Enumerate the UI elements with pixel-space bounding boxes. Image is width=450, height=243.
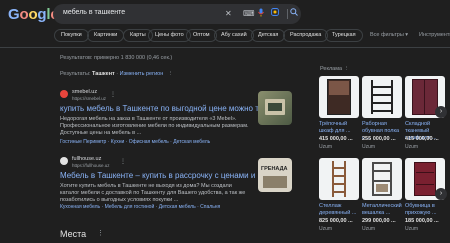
search-box[interactable]: мебель в ташкенте ✕ ⌨	[53, 4, 301, 24]
divider	[0, 47, 450, 48]
result-thumbnail[interactable]: ГРЕНАДА	[258, 158, 292, 192]
sitelink[interactable]: Кухни	[111, 139, 124, 145]
product-card[interactable]: Трёпочный шкаф для ... 415 000,00 ... Uz…	[319, 76, 359, 154]
chip-wholesale[interactable]: Оптом	[186, 29, 217, 42]
product-image	[362, 76, 402, 118]
more-icon[interactable]: ⋮	[110, 91, 116, 98]
more-icon[interactable]: ⋮	[344, 66, 350, 72]
site-url[interactable]: https://fullhouse.uz	[72, 163, 110, 168]
result-stats: Результатов: примерно 1 830 000 (0,46 се…	[60, 55, 173, 61]
product-price: 299 000,00 ...	[362, 218, 396, 224]
places-heading: Места	[60, 229, 87, 239]
chip-shopping[interactable]: Покупки	[54, 29, 89, 42]
product-card[interactable]: Стеллаж деревянный ... 825 000,00 ... Uz…	[319, 158, 359, 236]
thumbnail-caption: ГРЕНАДА	[261, 166, 288, 172]
site-name[interactable]: smebel.uz	[72, 89, 97, 95]
region-prefix: Результаты:	[60, 71, 91, 77]
ads-label-text: Реклама	[320, 66, 343, 72]
sitelink[interactable]: Спальня	[200, 204, 220, 210]
keyboard-icon[interactable]: ⌨	[243, 8, 255, 20]
more-icon[interactable]: ⋮	[120, 158, 126, 165]
product-store: Uzum	[319, 226, 333, 232]
product-store: Uzum	[362, 144, 376, 150]
product-store: Uzum	[405, 226, 419, 232]
chip-kids[interactable]: Детская	[251, 29, 286, 42]
product-price: 415 000,00 ...	[405, 136, 439, 142]
result-thumbnail[interactable]	[258, 91, 292, 125]
product-image	[319, 76, 359, 118]
sitelink[interactable]: Детская мебель	[159, 204, 196, 210]
product-price: 185 000,00 ...	[405, 218, 439, 224]
site-favicon	[60, 90, 68, 98]
chip-images[interactable]: Картинки	[87, 29, 125, 42]
result-snippet: Недорогая мебель на заказ в Ташкенте от …	[60, 116, 249, 136]
next-arrow-icon[interactable]: ›	[435, 188, 447, 200]
product-title[interactable]: Трёпочный шкаф для ...	[319, 121, 359, 135]
result-title-link[interactable]: купить мебель в Ташкенте по выгодной цен…	[60, 104, 269, 113]
sitelink[interactable]: Мебель для гостиной	[105, 204, 155, 210]
sitelink[interactable]: Гостиные Периметр	[60, 139, 106, 145]
sitelinks: Кухонная мебель · Мебель для гостиной · …	[60, 204, 221, 210]
sitelinks: Гостиные Периметр · Кухни · Офисная мебе…	[60, 139, 211, 145]
result-snippet: Хотите купить мебель в Ташкенте не выход…	[60, 183, 246, 203]
product-image	[319, 158, 359, 200]
product-title[interactable]: Металлический вешалка ...	[362, 203, 402, 217]
more-icon[interactable]: ⋮	[97, 229, 104, 237]
product-title[interactable]: Стеллаж деревянный ...	[319, 203, 359, 217]
product-store: Uzum	[319, 144, 333, 150]
search-icon[interactable]	[290, 8, 298, 20]
site-name[interactable]: fullhouse.uz	[72, 156, 101, 162]
mic-icon[interactable]	[258, 8, 264, 21]
product-image	[362, 158, 402, 200]
google-logo[interactable]: Google	[8, 6, 59, 23]
change-region-link[interactable]: Изменить регион	[120, 71, 164, 77]
product-title[interactable]: Обувница в прихожую ...	[405, 203, 445, 217]
tools-button[interactable]: Инструменты	[419, 29, 450, 42]
sitelink[interactable]: Детская мебель	[173, 139, 210, 145]
product-price: 255 000,00 ...	[362, 136, 396, 142]
site-favicon	[60, 157, 68, 165]
next-arrow-icon[interactable]: ›	[435, 106, 447, 118]
product-card[interactable]: Раборная обувная полка с ... 255 000,00 …	[362, 76, 402, 154]
logo-letter: G	[8, 6, 20, 23]
filter-chips: Покупки Картинки Карты Цены фото Оптом А…	[54, 29, 450, 43]
chip-turkish[interactable]: Турецкая	[325, 29, 363, 42]
product-card[interactable]: Металлический вешалка ... 299 000,00 ...…	[362, 158, 402, 236]
product-price: 415 000,00 ...	[319, 136, 353, 142]
site-url[interactable]: https://smebel.uz	[72, 96, 106, 101]
lens-icon[interactable]	[271, 8, 279, 20]
sitelink[interactable]: Офисная мебель	[129, 139, 169, 145]
region-line: Результаты: Ташкент · Изменить регион ⋮	[60, 71, 174, 77]
sitelink[interactable]: Кухонная мебель	[60, 204, 100, 210]
result-title-link[interactable]: Мебель в Ташкенте – купить в рассрочку с…	[60, 171, 264, 180]
all-filters-button[interactable]: Все фильтры ▾	[370, 29, 408, 42]
region-city: Ташкент	[92, 71, 115, 77]
search-result: smebel.uz https://smebel.uz ⋮ купить меб…	[60, 89, 305, 149]
clear-icon[interactable]: ✕	[225, 8, 232, 20]
product-store: Uzum	[405, 144, 419, 150]
search-input[interactable]: мебель в ташкенте	[63, 9, 125, 16]
ads-label: Реклама ⋮	[320, 66, 349, 72]
divider	[287, 9, 288, 19]
search-result: fullhouse.uz https://fullhouse.uz ⋮ Мебе…	[60, 156, 305, 216]
chip-sale[interactable]: Распродажа	[283, 29, 329, 42]
more-icon[interactable]: ⋮	[168, 71, 174, 77]
chip-prices[interactable]: Цены фото	[148, 29, 191, 42]
chip-abu-sahiy[interactable]: Абу сахий	[214, 29, 254, 42]
product-price: 825 000,00 ...	[319, 218, 353, 224]
product-store: Uzum	[362, 226, 376, 232]
